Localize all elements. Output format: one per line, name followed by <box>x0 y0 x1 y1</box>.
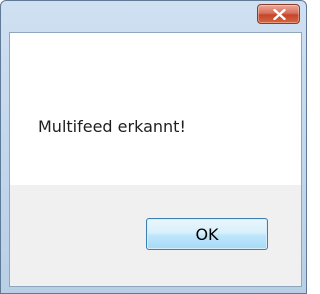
close-button[interactable] <box>257 4 300 24</box>
ok-button[interactable]: OK <box>146 218 268 250</box>
message-dialog: Multifeed erkannt! OK <box>0 0 307 294</box>
title-bar[interactable] <box>1 1 306 31</box>
message-area: Multifeed erkannt! <box>10 33 301 185</box>
message-text: Multifeed erkannt! <box>38 117 186 136</box>
dialog-content: Multifeed erkannt! OK <box>9 32 302 287</box>
close-icon <box>273 9 286 20</box>
